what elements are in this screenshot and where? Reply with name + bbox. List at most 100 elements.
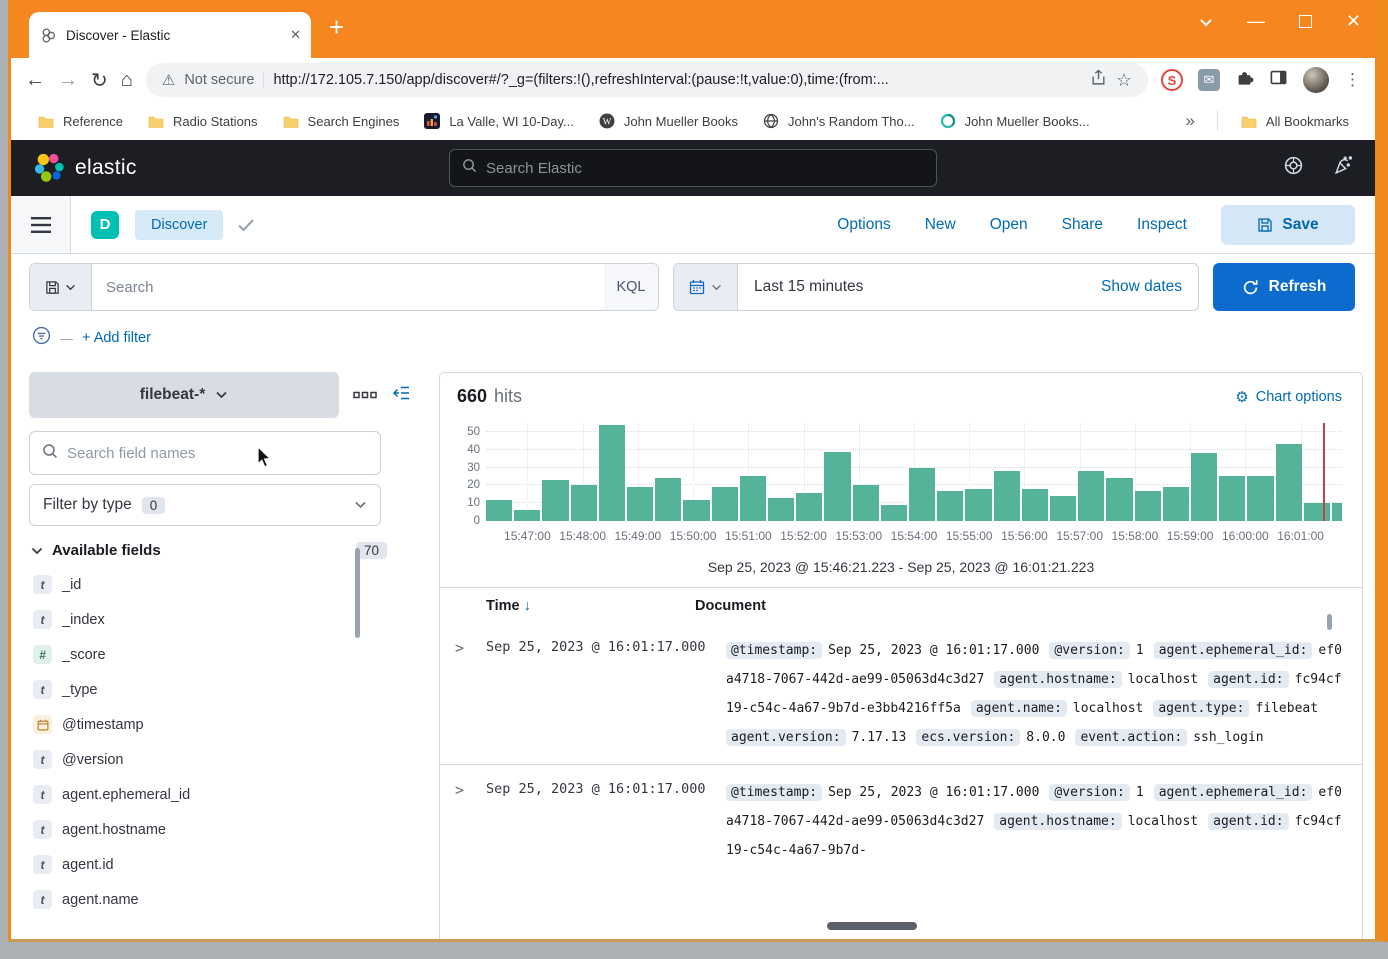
share-icon[interactable]: [1090, 69, 1107, 91]
doc-field-name[interactable]: agent.ephemeral_id:: [1154, 642, 1313, 659]
histogram-bar[interactable]: [796, 493, 822, 522]
extensions-puzzle-icon[interactable]: [1235, 68, 1254, 92]
field-item[interactable]: @timestamp: [29, 707, 411, 742]
doc-field-name[interactable]: agent.name:: [971, 700, 1067, 717]
global-search-input[interactable]: [486, 160, 924, 177]
home-icon[interactable]: ⌂: [121, 69, 133, 92]
histogram-bar[interactable]: [1078, 471, 1104, 521]
forward-icon[interactable]: →: [58, 69, 78, 92]
extension-s-icon[interactable]: S: [1161, 69, 1183, 91]
histogram-bar[interactable]: [1163, 487, 1189, 521]
add-filter-button[interactable]: + Add filter: [82, 330, 151, 346]
field-item[interactable]: t@version: [29, 742, 411, 777]
help-icon[interactable]: [1283, 155, 1304, 181]
field-item[interactable]: tagent.hostname: [29, 812, 411, 847]
all-bookmarks-button[interactable]: All Bookmarks: [1230, 107, 1359, 135]
side-panel-icon[interactable]: [1269, 68, 1288, 92]
time-range-value[interactable]: Last 15 minutes: [738, 264, 1085, 310]
histogram-bar[interactable]: [1050, 496, 1076, 521]
appnav-link-share[interactable]: Share: [1062, 216, 1103, 234]
field-item[interactable]: tagent.id: [29, 847, 411, 882]
histogram-bar[interactable]: [1276, 444, 1302, 521]
doc-field-name[interactable]: agent.id:: [1208, 813, 1288, 830]
query-language-button[interactable]: KQL: [604, 264, 658, 310]
field-search-input[interactable]: [67, 445, 368, 462]
histogram-bar[interactable]: [1219, 476, 1245, 521]
field-settings-icon[interactable]: [353, 386, 377, 404]
maximize-button[interactable]: [1299, 15, 1312, 28]
save-button[interactable]: Save: [1221, 205, 1355, 245]
doc-table-horizontal-scrollbar[interactable]: [827, 922, 917, 930]
histogram-bar[interactable]: [1191, 453, 1217, 521]
breadcrumb[interactable]: Discover: [135, 210, 223, 240]
bookmark-item[interactable]: WJohn Mueller Books: [588, 107, 748, 135]
chart-options-button[interactable]: ⚙ Chart options: [1235, 388, 1342, 406]
histogram-bar[interactable]: [683, 500, 709, 521]
doc-field-name[interactable]: event.action:: [1075, 729, 1187, 746]
doc-field-name[interactable]: @version:: [1049, 784, 1129, 801]
field-item[interactable]: #_score: [29, 637, 411, 672]
tab-search-chevron-icon[interactable]: [1199, 11, 1213, 32]
histogram-bar[interactable]: [542, 480, 568, 521]
field-item[interactable]: t_index: [29, 602, 411, 637]
histogram-bar[interactable]: [599, 425, 625, 521]
doc-table-vertical-scrollbar[interactable]: [1327, 614, 1332, 630]
available-fields-header[interactable]: Available fields 70: [29, 542, 411, 559]
histogram-bar[interactable]: [486, 500, 512, 521]
histogram-bar[interactable]: [1332, 503, 1342, 521]
time-column-header[interactable]: Time↓: [486, 598, 695, 614]
breadcrumb-check-icon[interactable]: [237, 218, 255, 232]
appnav-link-open[interactable]: Open: [990, 216, 1028, 234]
global-search[interactable]: [449, 149, 937, 187]
back-icon[interactable]: ←: [25, 69, 45, 92]
histogram-bar[interactable]: [514, 510, 540, 521]
bookmark-item[interactable]: La Valle, WI 10-Day...: [413, 107, 584, 135]
time-picker[interactable]: Last 15 minutes Show dates: [673, 263, 1199, 311]
doc-field-name[interactable]: @timestamp:: [726, 642, 822, 659]
space-badge[interactable]: D: [91, 211, 119, 239]
histogram-bar[interactable]: [853, 485, 879, 521]
hamburger-menu-icon[interactable]: [11, 196, 71, 253]
browser-menu-icon[interactable]: ⋮: [1344, 70, 1361, 90]
bookmark-item[interactable]: John's Random Tho...: [752, 107, 925, 135]
tab-close-icon[interactable]: ✕: [290, 27, 301, 43]
bookmark-item[interactable]: Radio Stations: [137, 107, 268, 135]
appnav-link-new[interactable]: New: [925, 216, 956, 234]
histogram-bar[interactable]: [1304, 503, 1330, 521]
doc-field-name[interactable]: @version:: [1049, 642, 1129, 659]
doc-field-name[interactable]: agent.type:: [1153, 700, 1249, 717]
filter-by-type[interactable]: Filter by type 0: [29, 484, 381, 526]
filter-icon[interactable]: [32, 326, 51, 350]
minimize-button[interactable]: —: [1247, 11, 1265, 32]
appnav-link-options[interactable]: Options: [837, 216, 890, 234]
profile-avatar[interactable]: [1303, 67, 1329, 93]
histogram-bar[interactable]: [937, 491, 963, 521]
url-text[interactable]: http://172.105.7.150/app/discover#/?_g=(…: [273, 72, 1080, 88]
appnav-link-inspect[interactable]: Inspect: [1137, 216, 1187, 234]
saved-query-menu-button[interactable]: [30, 264, 92, 310]
field-item[interactable]: t_type: [29, 672, 411, 707]
extension-mail-icon[interactable]: ✉: [1198, 69, 1220, 91]
collapse-sidebar-icon[interactable]: [391, 385, 411, 406]
histogram-bar[interactable]: [881, 505, 907, 521]
expand-row-icon[interactable]: >: [455, 636, 486, 752]
field-item[interactable]: tagent.name: [29, 882, 411, 917]
chart-plot[interactable]: [486, 423, 1342, 521]
address-bar[interactable]: ⚠ Not secure http://172.105.7.150/app/di…: [146, 63, 1148, 97]
histogram-bar[interactable]: [824, 452, 850, 521]
histogram-bar[interactable]: [768, 498, 794, 521]
bookmark-star-icon[interactable]: ☆: [1116, 70, 1132, 91]
new-tab-button[interactable]: +: [329, 14, 344, 40]
histogram-bar[interactable]: [1247, 476, 1273, 521]
index-pattern-selector[interactable]: filebeat-*: [29, 372, 339, 418]
histogram-bar[interactable]: [1022, 489, 1048, 521]
expand-row-icon[interactable]: >: [455, 778, 486, 865]
kql-search-box[interactable]: KQL: [29, 263, 659, 311]
doc-field-name[interactable]: @timestamp:: [726, 784, 822, 801]
histogram-bar[interactable]: [571, 485, 597, 521]
doc-field-name[interactable]: agent.version:: [726, 729, 846, 746]
bookmark-item[interactable]: Reference: [27, 107, 133, 135]
sort-desc-icon[interactable]: ↓: [524, 598, 531, 614]
histogram-bar[interactable]: [965, 489, 991, 521]
histogram-bar[interactable]: [1135, 491, 1161, 521]
